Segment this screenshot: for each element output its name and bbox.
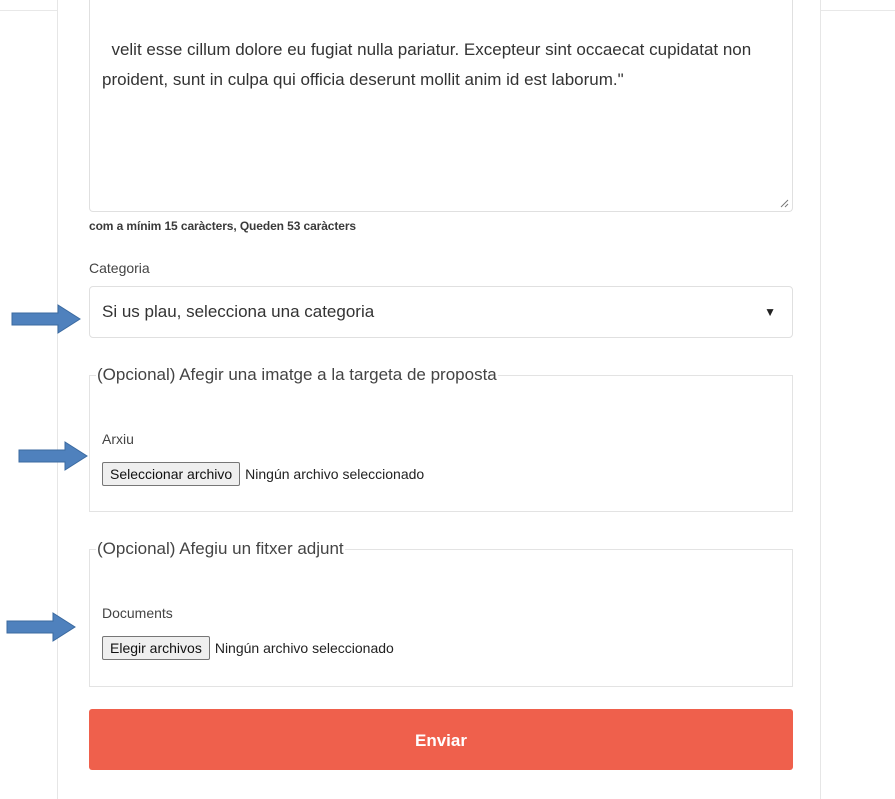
right-arrow-icon (11, 304, 81, 334)
category-selected-value: Si us plau, selecciona una categoria (102, 302, 375, 321)
choose-files-button[interactable]: Elegir archivos (102, 636, 210, 660)
resize-grip-icon[interactable] (780, 199, 789, 208)
image-file-input[interactable]: Seleccionar archivo Ningún archivo selec… (102, 462, 424, 486)
image-field-label: Arxiu (102, 431, 134, 447)
documents-file-status: Ningún archivo seleccionado (214, 640, 394, 656)
image-section-legend: (Opcional) Afegir una imatge a la target… (97, 365, 497, 384)
category-select[interactable]: Si us plau, selecciona una categoria ▼ (89, 286, 793, 338)
proposal-body-text: velit esse cillum dolore eu fugiat nulla… (102, 40, 756, 89)
attachment-upload-section: (Opcional) Afegiu un fitxer adjunt Docum… (89, 539, 793, 687)
documents-field-label: Documents (102, 605, 173, 621)
select-file-button[interactable]: Seleccionar archivo (102, 462, 241, 486)
image-file-status: Ningún archivo seleccionado (245, 466, 425, 482)
documents-file-input[interactable]: Elegir archivos Ningún archivo seleccion… (102, 636, 394, 660)
chevron-down-icon: ▼ (764, 305, 776, 319)
submit-button[interactable]: Enviar (89, 709, 793, 770)
category-label: Categoria (89, 260, 150, 276)
right-arrow-icon (18, 441, 88, 471)
character-count-hint: com a mínim 15 caràcters, Queden 53 carà… (89, 219, 356, 233)
image-upload-section: (Opcional) Afegir una imatge a la target… (89, 365, 793, 512)
right-arrow-icon (6, 612, 76, 642)
proposal-body-textarea[interactable]: velit esse cillum dolore eu fugiat nulla… (89, 0, 793, 212)
attachment-section-legend: (Opcional) Afegiu un fitxer adjunt (97, 539, 344, 558)
